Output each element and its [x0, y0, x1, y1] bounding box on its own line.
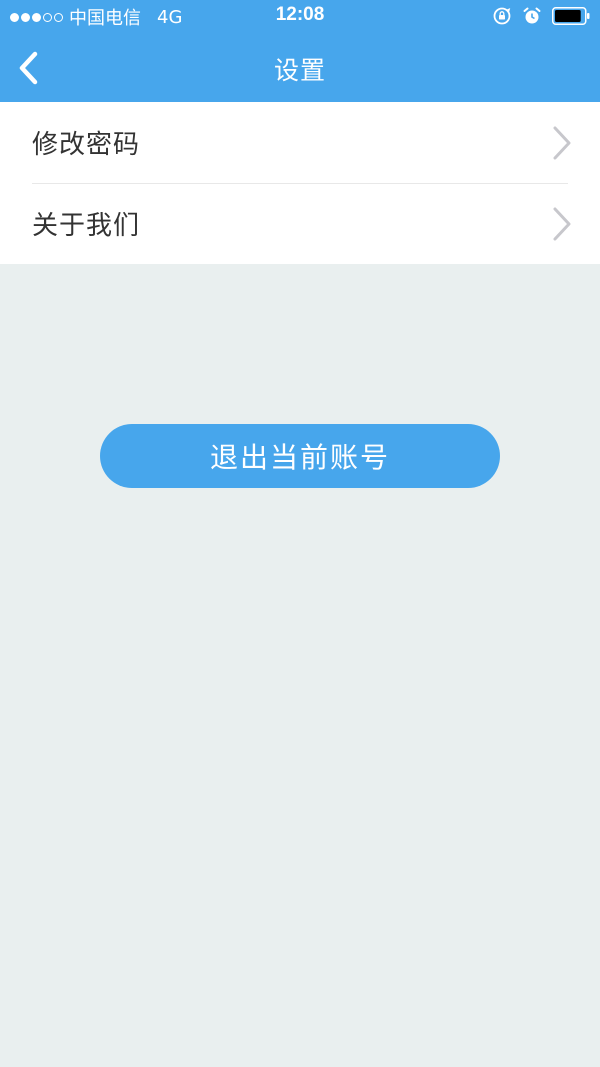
- status-bar: 中国电信 4G 12:08: [0, 0, 600, 34]
- battery-icon: [552, 7, 590, 25]
- status-right: [492, 6, 590, 26]
- menu-item-change-password[interactable]: 修改密码: [0, 102, 600, 184]
- page-title: 设置: [273, 56, 326, 85]
- chevron-right-icon: [553, 207, 571, 241]
- menu-item-label: 关于我们: [32, 211, 141, 241]
- menu-item-about-us[interactable]: 关于我们: [0, 183, 600, 264]
- menu-item-label: 修改密码: [32, 130, 141, 160]
- top-bar: 中国电信 4G 12:08 设置: [0, 0, 600, 102]
- rotation-lock-icon: [493, 7, 511, 25]
- alarm-clock-icon: [523, 7, 541, 24]
- settings-menu: 修改密码 关于我们: [0, 102, 600, 264]
- chevron-right-icon: [553, 126, 571, 160]
- logout-button[interactable]: 退出当前账号: [100, 424, 500, 488]
- navigation-bar: 设置: [0, 34, 600, 102]
